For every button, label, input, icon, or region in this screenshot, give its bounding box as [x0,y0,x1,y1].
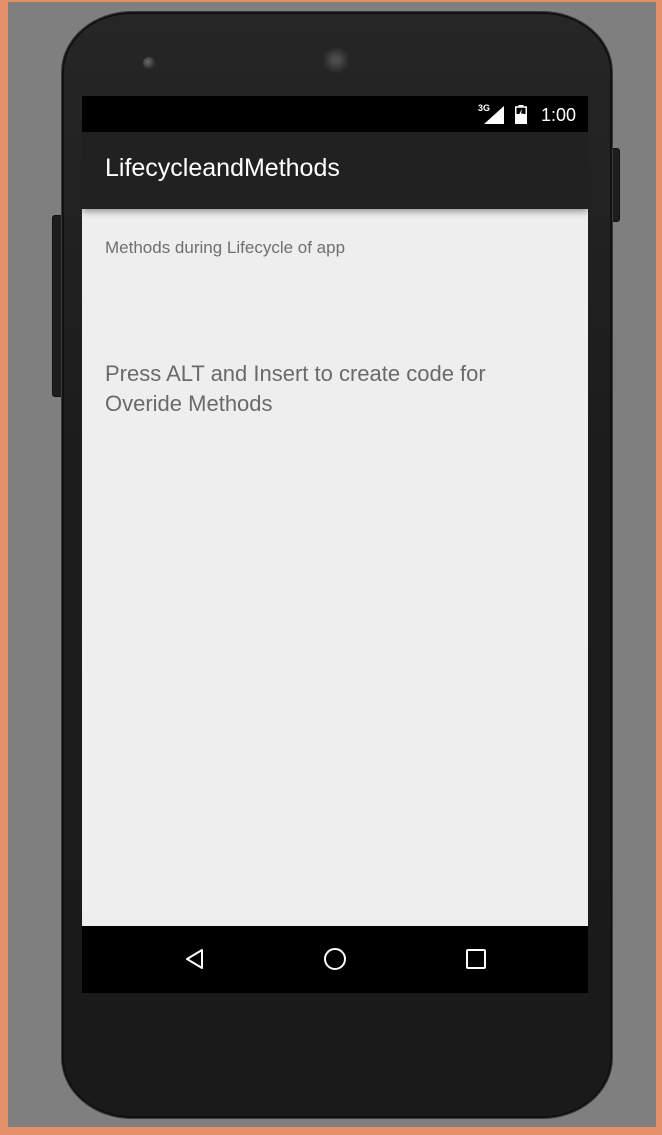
home-circle-icon [324,948,346,970]
battery-icon [515,105,527,124]
proximity-sensor-icon [510,58,518,66]
heading-text: Methods during Lifecycle of app [105,238,346,257]
front-camera-icon [143,57,155,69]
recents-button[interactable] [461,944,491,974]
app-title: LifecycleandMethods [105,154,340,182]
signal-strength-icon [484,106,504,124]
device-screen: 3G 1:00 LifecycleandMethods Methods duri… [82,96,588,993]
status-time: 1:00 [540,105,576,125]
status-bar: 3G 1:00 [82,96,588,132]
app-bar: LifecycleandMethods [82,132,588,209]
back-triangle-icon [186,949,203,969]
navigation-bar [82,926,588,993]
body-text: Press ALT and Insert to create code for … [105,361,486,416]
light-sensor-icon [525,58,533,66]
back-button[interactable] [180,944,210,974]
recents-square-icon [466,949,486,969]
home-button[interactable] [320,944,350,974]
earpiece-speaker-icon [323,47,349,73]
